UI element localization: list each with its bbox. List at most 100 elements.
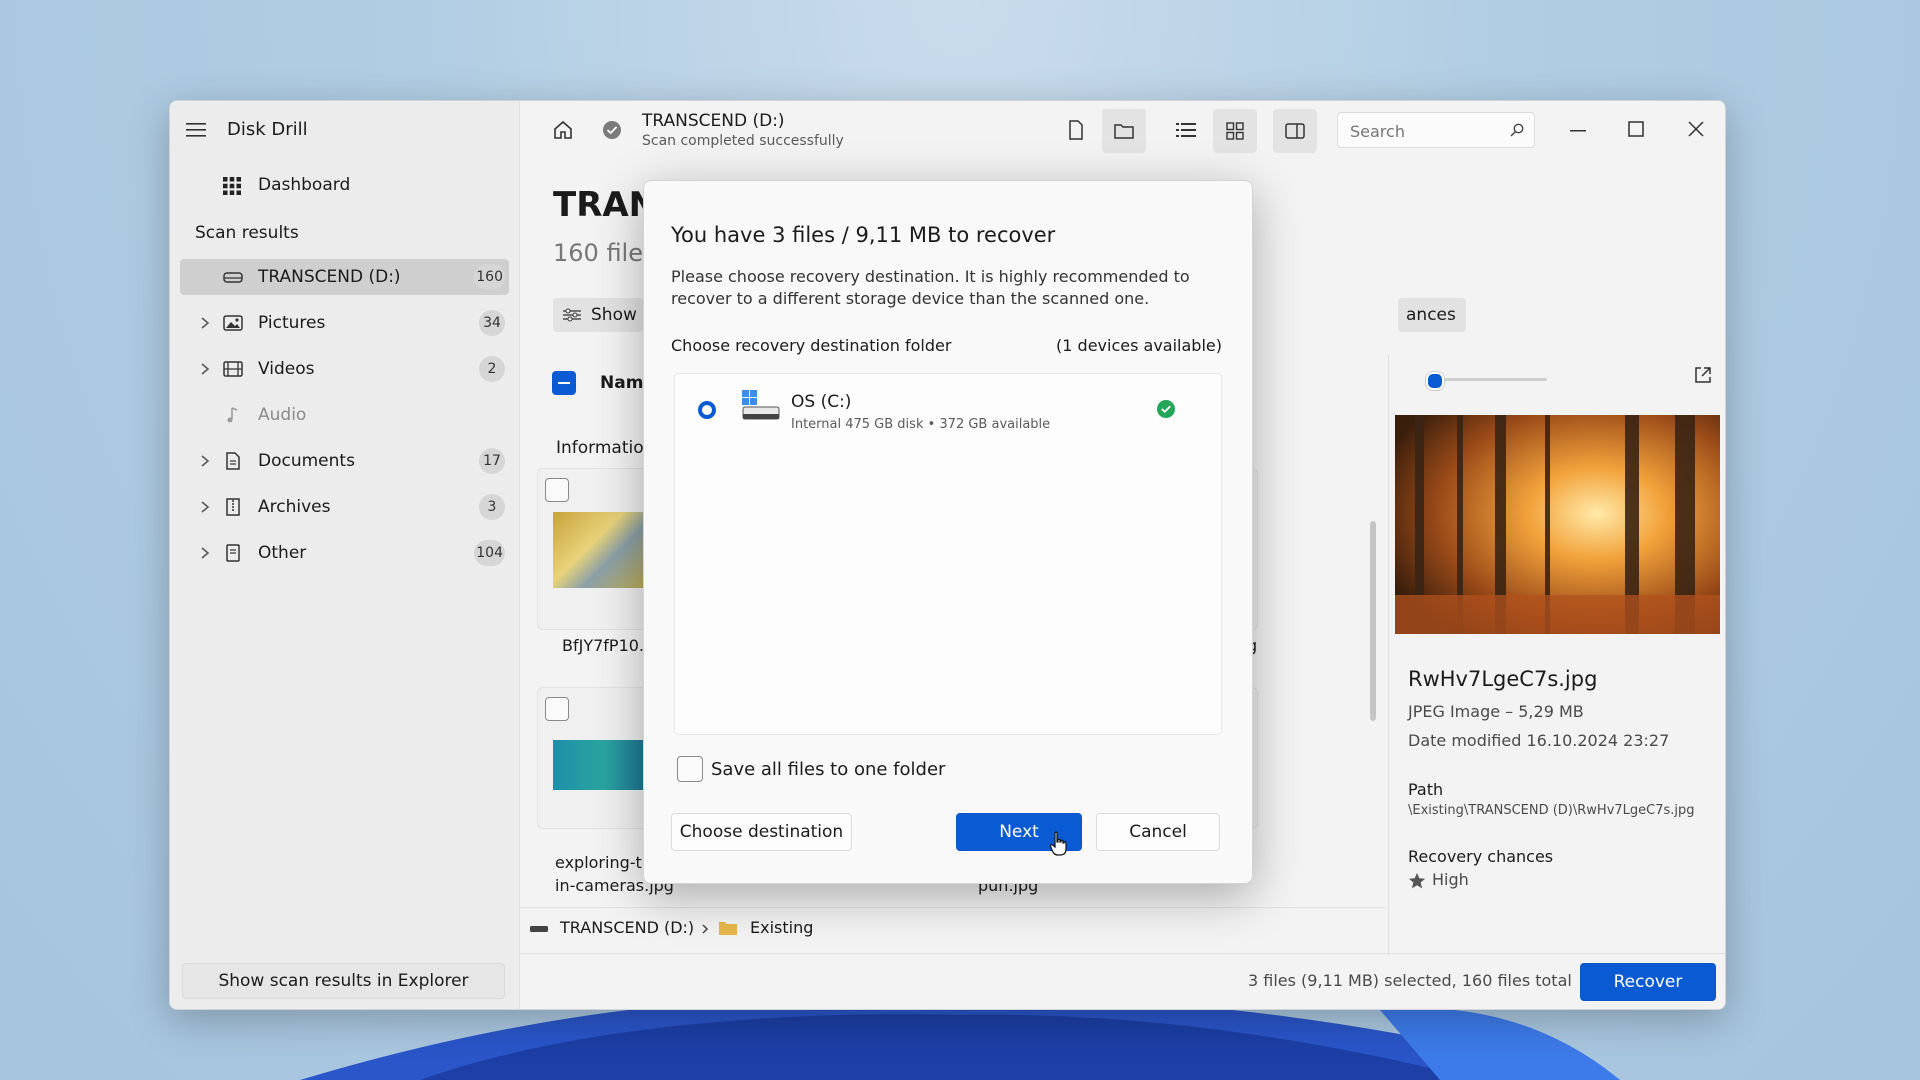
file-thumbnail [553,740,653,790]
dialog-description: recover to a different storage device th… [671,289,1150,308]
windows-drive-icon [742,390,780,420]
sidebar-item-transcend[interactable]: TRANSCEND (D:) 160 [180,259,509,295]
sidebar-item-other[interactable]: Other 104 [180,535,509,571]
preview-path-value: \Existing\TRANSCEND (D)\RwHv7LgeC7s.jpg [1408,803,1695,818]
preview-filename: RwHv7LgeC7s.jpg [1408,667,1598,691]
scrollbar-thumb[interactable] [1370,521,1376,721]
search-input[interactable] [1348,119,1502,143]
zoom-slider-thumb[interactable] [1426,372,1444,390]
chevron-right-icon[interactable] [198,453,212,469]
film-icon [223,361,243,377]
maximize-icon[interactable] [1628,121,1644,137]
sidebar-item-pictures[interactable]: Pictures 34 [180,305,509,341]
chevron-right-icon[interactable] [198,315,212,331]
home-icon[interactable] [552,119,574,141]
device-radio[interactable] [698,401,716,419]
file-checkbox[interactable] [545,478,569,502]
count-badge: 17 [479,448,505,474]
grid-icon [1226,122,1244,140]
sidebar-item-label: Audio [258,405,307,425]
show-filter-button[interactable]: Show [553,298,643,332]
list-view-icon[interactable] [1176,121,1196,139]
recovery-chances-filter[interactable]: ances [1398,298,1466,332]
minus-icon [558,382,570,384]
split-pane-icon [1285,123,1305,139]
sidebar-item-dashboard[interactable]: Dashboard [180,167,509,203]
grid-icon [223,177,241,195]
document-icon [226,452,240,470]
destination-section-label: Choose recovery destination folder [671,336,952,355]
star-icon [1408,872,1426,889]
show-in-explorer-button[interactable]: Show scan results in Explorer [182,963,505,999]
folder-view-button[interactable] [1102,109,1146,153]
select-all-checkbox[interactable] [552,371,576,395]
picture-icon [223,315,243,331]
recovery-chances-filter-label: ances [1406,305,1456,325]
cancel-button[interactable]: Cancel [1096,813,1220,851]
zoom-slider-track[interactable] [1427,378,1547,381]
sidebar-item-label: Other [258,543,307,563]
minimize-icon[interactable] [1570,129,1586,133]
preview-image [1395,415,1720,634]
filter-sliders-icon [563,308,581,322]
dialog-description: Please choose recovery destination. It i… [671,267,1190,286]
open-external-icon[interactable] [1693,365,1713,385]
count-badge: 2 [479,356,505,382]
chevron-right-icon[interactable] [198,545,212,561]
hand-cursor-icon [1049,831,1067,856]
preview-pane-button[interactable] [1273,109,1317,153]
device-list: OS (C:) Internal 475 GB disk • 372 GB av… [674,373,1222,735]
sidebar-item-videos[interactable]: Videos 2 [180,351,509,387]
divider [1388,355,1389,955]
recovery-destination-dialog: You have 3 files / 9,11 MB to recover Pl… [643,180,1253,884]
divider [519,953,1725,954]
breadcrumb-folder[interactable]: Existing [750,918,813,937]
page-title: TRAN [553,185,658,225]
choose-destination-button[interactable]: Choose destination [671,813,852,851]
show-filter-label: Show [591,305,637,325]
file-checkbox[interactable] [545,697,569,721]
hamburger-menu-icon[interactable] [186,122,206,138]
file-thumbnail [553,512,653,588]
search-box[interactable] [1337,112,1535,148]
check-circle-icon [603,121,621,139]
save-one-folder-checkbox[interactable] [677,756,703,782]
close-icon[interactable] [1688,121,1704,137]
preview-recovery-label: Recovery chances [1408,847,1554,866]
sidebar-item-archives[interactable]: Archives 3 [180,489,509,525]
device-name: OS (C:) [791,392,852,412]
sidebar-item-label: TRANSCEND (D:) [258,267,401,287]
chevron-right-icon[interactable] [198,499,212,515]
sidebar-item-label: Documents [258,451,355,471]
device-row-os-c[interactable]: OS (C:) Internal 475 GB disk • 372 GB av… [679,380,1217,440]
sidebar-item-audio[interactable]: Audio [180,397,509,433]
folder-icon [719,922,737,935]
scan-status: Scan completed successfully [642,133,844,149]
page-subtitle: 160 files [553,239,656,267]
app-title: Disk Drill [227,119,308,140]
device-title: TRANSCEND (D:) [642,111,785,131]
search-icon[interactable] [1510,123,1524,137]
sidebar-item-label: Dashboard [258,175,351,195]
grid-view-button[interactable] [1213,109,1257,153]
count-badge: 34 [479,310,505,336]
count-badge: 104 [474,540,505,566]
breadcrumb-drive[interactable]: TRANSCEND (D:) [560,918,694,937]
file-name: BfJY7fP10. [562,636,645,655]
file-view-icon[interactable] [1066,119,1086,141]
chevron-right-icon [702,924,709,934]
dialog-title: You have 3 files / 9,11 MB to recover [671,223,1056,247]
preview-path-label: Path [1408,780,1444,799]
sidebar-item-documents[interactable]: Documents 17 [180,443,509,479]
section-label: Information [556,438,655,458]
drive-icon [223,272,243,283]
scan-results-heading: Scan results [195,223,299,243]
recover-button[interactable]: Recover [1580,963,1716,1001]
preview-date-modified: Date modified 16.10.2024 23:27 [1408,731,1670,750]
devices-available-count: (1 devices available) [1056,336,1222,355]
preview-recovery-value: High [1432,870,1469,889]
chevron-right-icon[interactable] [198,361,212,377]
sidebar-item-label: Archives [258,497,331,517]
folder-icon [1114,124,1134,139]
count-badge: 3 [479,494,505,520]
